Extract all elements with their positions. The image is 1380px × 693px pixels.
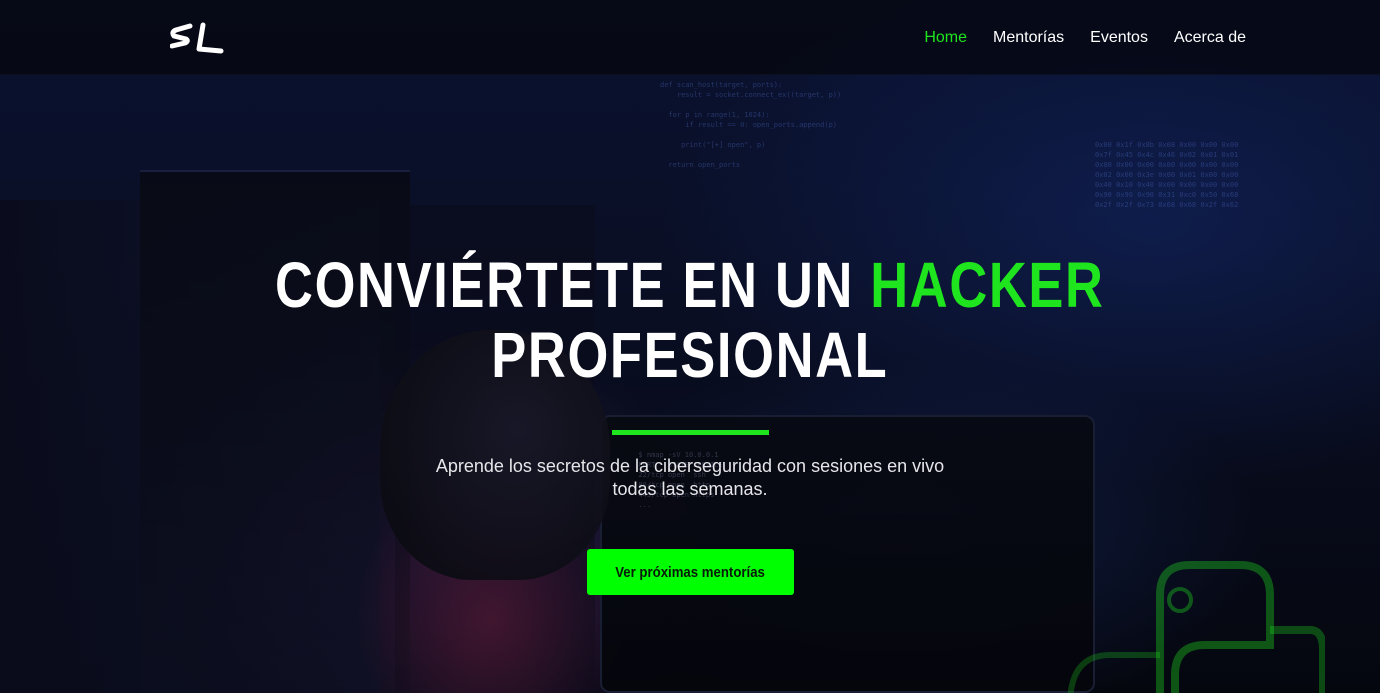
background-code-top: def scan_host(target, ports): result = s…	[660, 81, 842, 169]
nav-link-eventos[interactable]: Eventos	[1090, 29, 1148, 47]
cta-label: Ver próximas mentorías	[615, 563, 765, 581]
hero-headline: CONVIÉRTETE EN UN HACKER PROFESIONAL	[275, 250, 1105, 390]
navbar: Home Mentorías Eventos Acerca de	[0, 0, 1380, 75]
nav-link-acerca-de[interactable]: Acerca de	[1174, 29, 1246, 47]
background-code-right: 0x00 0x1f 0x8b 0x08 0x00 0x00 0x00 0x7f …	[1095, 141, 1239, 209]
headline-accent: HACKER	[870, 249, 1105, 321]
headline-part1: CONVIÉRTETE EN UN	[275, 249, 855, 321]
sl-logo	[170, 22, 224, 53]
nav-link-home[interactable]: Home	[924, 29, 967, 47]
headline-part2: PROFESIONAL	[491, 319, 889, 391]
hero-content: CONVIÉRTETE EN UN HACKER PROFESIONAL Apr…	[0, 250, 1380, 595]
hero-subtitle: Aprende los secretos de la cibersegurida…	[435, 456, 945, 499]
logo-link[interactable]	[170, 21, 224, 55]
hero-section: def scan_host(target, ports): result = s…	[0, 0, 1380, 693]
nav-links: Home Mentorías Eventos Acerca de	[924, 29, 1246, 47]
cta-button[interactable]: Ver próximas mentorías	[586, 549, 794, 595]
headline-divider	[611, 430, 769, 435]
nav-link-mentorias[interactable]: Mentorías	[993, 29, 1064, 47]
